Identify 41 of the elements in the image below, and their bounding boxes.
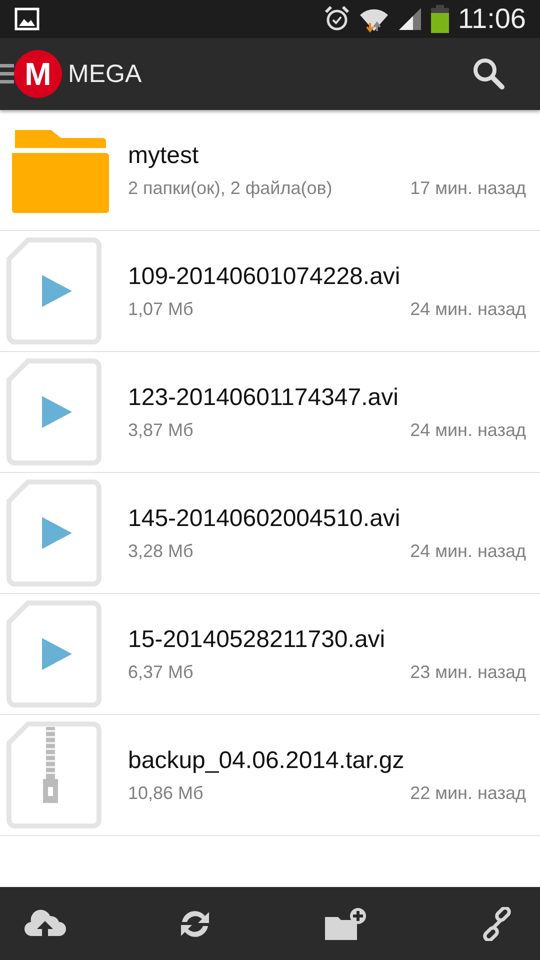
battery-icon bbox=[431, 5, 449, 33]
alarm-clock-icon bbox=[324, 5, 350, 33]
clock-time: 11:06 bbox=[458, 3, 526, 35]
file-info: 2 папки(ок), 2 файла(ов) bbox=[128, 178, 332, 198]
signal-icon bbox=[398, 7, 422, 31]
file-row[interactable]: 109-20140601074228.avi 1,07 Мб 24 мин. назад bbox=[0, 231, 540, 352]
video-file-icon bbox=[6, 237, 102, 345]
modified-time: 17 мин. назад bbox=[410, 178, 526, 198]
file-row[interactable]: 145-20140602004510.avi 3,28 Мб 24 мин. назад bbox=[0, 473, 540, 594]
menu-home-button[interactable]: M MEGA bbox=[0, 50, 142, 98]
video-file-icon bbox=[6, 358, 102, 466]
file-info: 3,28 Мб bbox=[128, 540, 194, 562]
modified-time: 24 мин. назад bbox=[410, 420, 526, 440]
file-name: 145-20140602004510.avi bbox=[128, 504, 402, 532]
file-info: 3,87 Мб bbox=[128, 420, 194, 440]
file-name: backup_04.06.2014.tar.gz bbox=[128, 746, 406, 774]
file-name: 123-20140601174347.avi bbox=[128, 384, 400, 412]
file-info: 10,86 Мб bbox=[128, 782, 204, 804]
logo: M bbox=[14, 50, 62, 98]
modified-time: 24 мин. назад bbox=[410, 540, 526, 562]
video-file-icon bbox=[6, 600, 102, 708]
file-name: 15-20140528211730.avi bbox=[128, 626, 386, 654]
search-icon[interactable] bbox=[472, 57, 506, 91]
app-title: MEGA bbox=[68, 60, 142, 88]
file-info: 1,07 Мб bbox=[128, 298, 194, 320]
file-name: mytest bbox=[128, 142, 200, 170]
file-row[interactable]: 15-20140528211730.avi 6,37 Мб 23 мин. назад bbox=[0, 594, 540, 715]
modified-time: 22 мин. назад bbox=[410, 782, 526, 804]
file-row[interactable]: backup_04.06.2014.tar.gz 10,86 Мб 22 мин. назад bbox=[0, 715, 540, 836]
link-icon[interactable] bbox=[480, 906, 514, 940]
modified-time: 23 мин. назад bbox=[410, 662, 526, 682]
menu-icon bbox=[0, 62, 14, 86]
video-file-icon bbox=[6, 479, 102, 587]
file-row[interactable]: 123-20140601174347.avi 3,87 Мб 24 мин. назад bbox=[0, 352, 540, 473]
file-row[interactable]: mytest 2 папки(ок), 2 файла(ов) 17 мин. назад bbox=[0, 110, 540, 231]
file-name: 109-20140601074228.avi bbox=[128, 262, 402, 290]
file-info: 6,37 Мб bbox=[128, 662, 194, 682]
image-icon bbox=[14, 7, 40, 31]
modified-time: 24 мин. назад bbox=[410, 298, 526, 320]
archive-file-icon bbox=[6, 721, 102, 829]
new-folder-icon[interactable] bbox=[324, 906, 368, 940]
